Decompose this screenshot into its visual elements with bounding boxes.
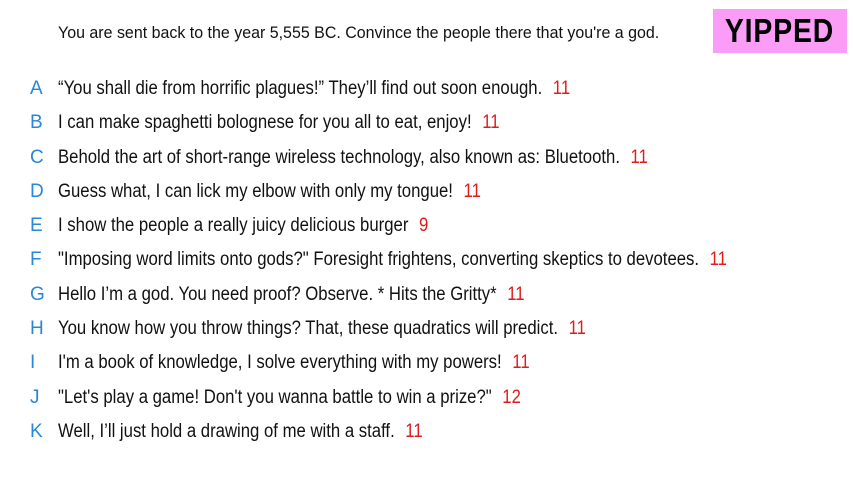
answer-letter: A xyxy=(30,78,43,99)
answer-letter: B xyxy=(30,112,43,134)
word-count-badge: 11 xyxy=(709,249,727,271)
answer-letter: K xyxy=(30,420,43,442)
answer-option-h[interactable]: H You know how you throw things? That, t… xyxy=(0,311,853,345)
brand-logo: YIPPED xyxy=(713,9,847,53)
answer-option-f[interactable]: F "Imposing word limits onto gods?" Fore… xyxy=(0,242,853,276)
brand-logo-text: YIPPED xyxy=(725,12,835,49)
answer-option-e[interactable]: E I show the people a really juicy delic… xyxy=(0,208,853,242)
answer-option-c[interactable]: C Behold the art of short-range wireless… xyxy=(0,140,853,174)
word-count-badge: 11 xyxy=(463,180,481,202)
answer-letter: H xyxy=(30,318,44,340)
answer-letter: G xyxy=(30,283,45,305)
answer-letter: E xyxy=(30,215,43,237)
answer-text: I show the people a really juicy delicio… xyxy=(58,215,409,237)
answer-text: Hello I’m a god. You need proof? Observe… xyxy=(58,283,497,305)
answer-text: I'm a book of knowledge, I solve everyth… xyxy=(58,352,502,374)
answer-text: I can make spaghetti bolognese for you a… xyxy=(58,112,472,134)
answer-text: "Imposing word limits onto gods?" Foresi… xyxy=(58,249,700,271)
answer-letter: J xyxy=(30,386,40,408)
word-count-badge: 11 xyxy=(512,352,530,374)
answer-option-k[interactable]: K Well, I’ll just hold a drawing of me w… xyxy=(0,414,853,448)
answer-text: You know how you throw things? That, the… xyxy=(58,318,559,340)
answer-option-d[interactable]: D Guess what, I can lick my elbow with o… xyxy=(0,174,853,208)
word-count-badge: 11 xyxy=(630,146,648,168)
word-count-badge: 12 xyxy=(502,386,521,408)
question-prompt: You are sent back to the year 5,555 BC. … xyxy=(58,23,660,42)
answer-option-b[interactable]: B I can make spaghetti bolognese for you… xyxy=(0,105,853,139)
answer-option-g[interactable]: G Hello I’m a god. You need proof? Obser… xyxy=(0,277,853,311)
answer-option-j[interactable]: J "Let's play a game! Don't you wanna ba… xyxy=(0,380,853,414)
answer-text: Well, I’ll just hold a drawing of me wit… xyxy=(58,420,395,442)
answer-text: “You shall die from horrific plagues!” T… xyxy=(58,78,543,99)
word-count-badge: 9 xyxy=(418,215,429,237)
word-count-badge: 11 xyxy=(568,318,586,340)
answer-letter: D xyxy=(30,180,44,202)
answer-text: Guess what, I can lick my elbow with onl… xyxy=(58,180,453,202)
answer-text: Behold the art of short-range wireless t… xyxy=(58,146,620,168)
answer-letter: F xyxy=(30,249,42,271)
word-count-badge: 11 xyxy=(507,283,525,305)
word-count-badge: 11 xyxy=(552,78,571,99)
answer-option-a[interactable]: A “You shall die from horrific plagues!”… xyxy=(0,71,853,105)
answer-letter: C xyxy=(30,146,44,168)
answer-text: "Let's play a game! Don't you wanna batt… xyxy=(58,386,492,408)
answer-list: A “You shall die from horrific plagues!”… xyxy=(0,71,853,448)
word-count-badge: 11 xyxy=(482,112,500,134)
answer-option-i[interactable]: I I'm a book of knowledge, I solve every… xyxy=(0,345,853,379)
word-count-badge: 11 xyxy=(405,420,423,442)
answer-letter: I xyxy=(30,352,36,374)
